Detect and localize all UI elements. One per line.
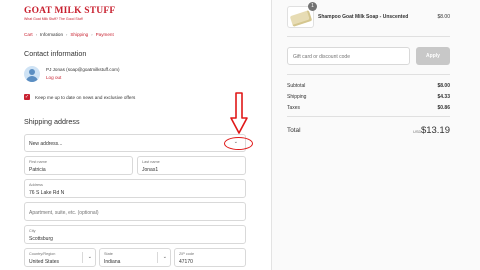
shipping-label: Shipping [287, 94, 307, 100]
quantity-badge: 1 [308, 2, 317, 11]
address-value: 76 S Lake Rd N [29, 190, 65, 196]
city-field[interactable]: City Scottsburg [24, 225, 246, 244]
saved-address-value: New address... [29, 141, 63, 147]
brand-tagline: What Goat Milk Stuff? The Good Stuff [24, 17, 83, 21]
chevron-down-icon: ⌄ [162, 254, 167, 260]
first-name-field[interactable]: First name Patricia [24, 156, 133, 175]
breadcrumb-information: Information [40, 32, 64, 37]
divider [287, 116, 450, 117]
total-value: $13.19 [420, 125, 450, 136]
divider [287, 36, 450, 37]
taxes-label: Taxes [287, 105, 301, 111]
shipping-title: Shipping address [24, 117, 80, 126]
last-name-label: Last name [142, 160, 160, 164]
newsletter-label: Keep me up to date on news and exclusive… [35, 94, 136, 100]
country-label: Country/Region [29, 252, 56, 256]
annotation-arrow-icon [230, 92, 248, 134]
subtotal-value: $8.00 [437, 83, 450, 89]
breadcrumb-cart[interactable]: Cart [24, 32, 33, 37]
product-name: Shampoo Goat Milk Soap - Unscented [318, 14, 409, 20]
shipping-value: $4.33 [437, 94, 450, 100]
annotation-highlight [224, 137, 253, 150]
brand-name: GOAT MILK STUFF [24, 6, 116, 16]
breadcrumb: Cart › Information › Shipping › Payment [24, 32, 114, 37]
first-name-label: First name [29, 160, 47, 164]
zip-field[interactable]: ZIP code 47170 [174, 248, 246, 267]
breadcrumb-shipping[interactable]: Shipping [70, 32, 88, 37]
avatar [24, 66, 40, 82]
discount-code-input[interactable]: Gift card or discount code [287, 47, 410, 65]
address-field[interactable]: Address 76 S Lake Rd N [24, 179, 246, 198]
last-name-value: Jonas1 [142, 167, 159, 173]
city-label: City [29, 229, 36, 233]
saved-address-select[interactable]: New address... ⌄ [24, 134, 246, 152]
apartment-placeholder: Apartment, suite, etc. (optional) [29, 210, 99, 216]
contact-title: Contact information [24, 49, 87, 58]
logout-link[interactable]: Log out [46, 74, 120, 82]
subtotal-row: Subtotal $8.00 [287, 83, 450, 89]
country-select[interactable]: Country/Region United States ⌄ [24, 248, 96, 267]
product-price: $8.00 [437, 14, 450, 20]
chevron-right-icon: › [91, 32, 93, 37]
first-name-value: Patricia [29, 167, 46, 173]
subtotal-label: Subtotal [287, 83, 306, 89]
total-label: Total [287, 127, 301, 134]
taxes-row: Taxes $0.86 [287, 105, 450, 111]
soap-image [289, 10, 313, 27]
newsletter-checkbox[interactable]: ✓ [24, 94, 30, 100]
discount-placeholder: Gift card or discount code [293, 54, 350, 60]
account-email: PJ Jonas (soap@goatmilkstuff.com) [46, 67, 120, 72]
checkout-main-column: GOAT MILK STUFF What Goat Milk Stuff? Th… [0, 0, 271, 270]
state-label: State [104, 252, 113, 256]
divider [287, 74, 450, 75]
country-value: United States [29, 259, 60, 265]
last-name-field[interactable]: Last name Jonas1 [137, 156, 246, 175]
newsletter-option[interactable]: ✓ Keep me up to date on news and exclusi… [24, 94, 135, 100]
zip-label: ZIP code [179, 252, 195, 256]
breadcrumb-payment[interactable]: Payment [96, 32, 114, 37]
state-value: Indiana [104, 259, 121, 265]
chevron-right-icon: › [66, 32, 68, 37]
apply-button[interactable]: Apply [416, 47, 450, 65]
state-select[interactable]: State Indiana ⌄ [99, 248, 171, 267]
zip-value: 47170 [179, 259, 193, 265]
address-label: Address [29, 183, 43, 187]
contact-account: PJ Jonas (soap@goatmilkstuff.com) Log ou… [24, 66, 120, 82]
taxes-value: $0.86 [437, 105, 450, 111]
apartment-field[interactable]: Apartment, suite, etc. (optional) [24, 202, 246, 221]
chevron-down-icon: ⌄ [87, 254, 92, 260]
shipping-row: Shipping $4.33 [287, 94, 450, 100]
chevron-right-icon: › [35, 32, 38, 37]
city-value: Scottsburg [29, 236, 53, 242]
brand-logo[interactable]: GOAT MILK STUFF What Goat Milk Stuff? Th… [24, 6, 115, 21]
